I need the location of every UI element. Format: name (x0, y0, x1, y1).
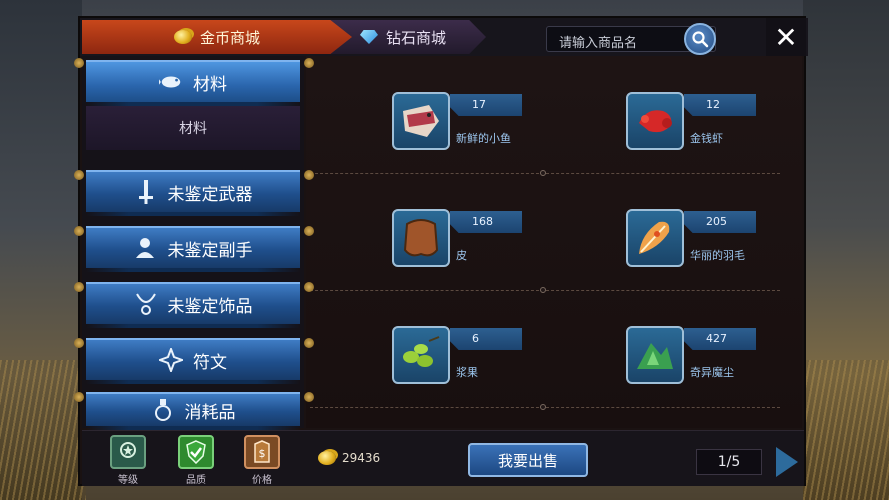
feather-icon (626, 209, 684, 267)
leather-icon (392, 209, 450, 267)
filter-label: 价格 (252, 475, 272, 486)
category-sidebar: 材料 材料 未鉴定武器 未鉴定副手 未鉴定饰品 符文 消耗品 (82, 56, 304, 430)
item-name: 华丽的羽毛 (690, 249, 745, 262)
item-name: 奇异魔尘 (690, 366, 734, 379)
category-label: 材料 (193, 74, 227, 95)
item-name: 金钱虾 (690, 132, 723, 145)
category-label: 符文 (193, 352, 227, 373)
rivet (304, 226, 314, 236)
sell-button-label: 我要出售 (497, 451, 558, 470)
filter-quality[interactable]: 品质 (176, 435, 216, 486)
filter-price[interactable]: $ 价格 (242, 435, 282, 486)
divider-knob (540, 404, 546, 410)
rivet (304, 170, 314, 180)
rivet (74, 282, 84, 292)
category-unidentified-offhand[interactable]: 未鉴定副手 (86, 226, 300, 272)
shrimp-icon (626, 92, 684, 150)
background-left (0, 0, 86, 500)
person-icon (134, 236, 158, 260)
quality-shield-icon (178, 435, 214, 469)
item-name: 浆果 (456, 366, 478, 379)
divider-knob (540, 170, 546, 176)
category-unidentified-weapon[interactable]: 未鉴定武器 (86, 170, 300, 216)
fish-bone-icon (159, 70, 183, 94)
filter-label: 品质 (186, 475, 206, 486)
item-slot[interactable]: 17 新鲜的小鱼 (392, 92, 592, 162)
search-placeholder: 请输入商品名 (559, 36, 638, 51)
tab-label: 钻石商城 (385, 28, 446, 47)
sword-icon (134, 180, 158, 204)
gold-amount: 29436 (342, 451, 381, 465)
filter-level[interactable]: 等级 (108, 435, 148, 486)
category-consumable[interactable]: 消耗品 (86, 392, 300, 430)
coin-icon (318, 451, 336, 465)
search-icon (692, 31, 709, 48)
berry-icon (392, 326, 450, 384)
item-quantity: 6 (450, 328, 522, 350)
necklace-icon (134, 292, 158, 316)
bottom-bar: 等级 品质 $ 价格 29436 我要出售 1/5 (82, 430, 804, 486)
item-grid: 17 新鲜的小鱼 12 金钱虾 168 皮 205 华丽的羽毛 6 浆果 427… (306, 56, 802, 428)
next-page-arrow-icon[interactable] (776, 447, 798, 477)
magic-dust-icon (626, 326, 684, 384)
level-medal-icon (110, 435, 146, 469)
item-slot[interactable]: 12 金钱虾 (626, 92, 826, 162)
subcategory-label: 材料 (179, 121, 207, 137)
svg-text:$: $ (259, 447, 266, 460)
category-label: 未鉴定饰品 (167, 296, 253, 317)
page-indicator: 1/5 (696, 449, 762, 475)
potion-icon (151, 398, 175, 422)
shop-window: 钻石商城 金币商城 请输入商品名 ✕ 材料 材料 未鉴定武器 未鉴定副手 未鉴定… (74, 16, 808, 486)
item-slot[interactable]: 168 皮 (392, 209, 592, 279)
item-quantity: 168 (450, 211, 522, 233)
close-button[interactable]: ✕ (766, 18, 806, 56)
tab-label: 金币商城 (199, 28, 260, 47)
item-slot[interactable]: 205 华丽的羽毛 (626, 209, 826, 279)
rivet (74, 58, 84, 68)
page-number: 1/5 (717, 454, 741, 470)
tab-bar: 钻石商城 金币商城 请输入商品名 ✕ (80, 18, 808, 56)
close-icon: ✕ (774, 20, 798, 54)
rivet (74, 338, 84, 348)
item-name: 皮 (456, 249, 467, 262)
diamond-icon (359, 30, 378, 44)
item-slot[interactable]: 6 浆果 (392, 326, 592, 396)
sell-button[interactable]: 我要出售 (468, 443, 588, 477)
tab-gold-shop[interactable]: 金币商城 (82, 20, 352, 54)
item-name: 新鲜的小鱼 (456, 132, 511, 145)
rivet (304, 58, 314, 68)
rune-star-icon (159, 348, 183, 372)
filter-label: 等级 (118, 475, 138, 486)
item-quantity: 12 (684, 94, 756, 116)
rivet (74, 226, 84, 236)
category-label: 未鉴定副手 (167, 240, 253, 261)
price-tag-icon: $ (244, 435, 280, 469)
fish-icon (392, 92, 450, 150)
category-label: 未鉴定武器 (167, 184, 253, 205)
item-quantity: 205 (684, 211, 756, 233)
rivet (304, 338, 314, 348)
category-materials[interactable]: 材料 (86, 60, 300, 106)
rivet (74, 170, 84, 180)
category-label: 消耗品 (184, 402, 236, 423)
category-unidentified-accessory[interactable]: 未鉴定饰品 (86, 282, 300, 328)
gold-balance: 29436 (318, 451, 380, 465)
coin-icon (173, 30, 192, 44)
rivet (74, 392, 84, 402)
category-rune[interactable]: 符文 (86, 338, 300, 384)
rivet (304, 392, 314, 402)
subcategory-materials[interactable]: 材料 (86, 106, 300, 150)
item-quantity: 17 (450, 94, 522, 116)
search-button[interactable] (684, 23, 716, 55)
rivet (304, 282, 314, 292)
item-slot[interactable]: 427 奇异魔尘 (626, 326, 826, 396)
item-quantity: 427 (684, 328, 756, 350)
divider-knob (540, 287, 546, 293)
